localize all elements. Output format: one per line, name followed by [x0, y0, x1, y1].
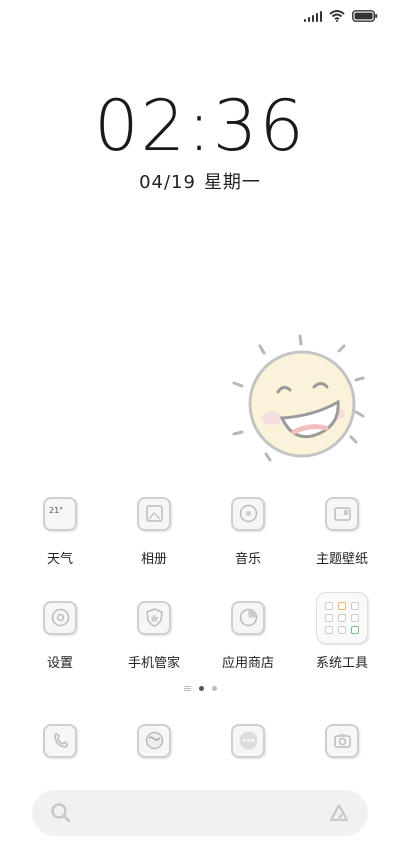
page-dot — [211, 686, 217, 691]
camera-icon — [325, 724, 359, 758]
dock-messages[interactable] — [203, 724, 293, 758]
app-security[interactable]: 手机管家 — [109, 601, 199, 671]
security-icon — [137, 601, 171, 635]
app-weather[interactable]: 21° 天气 — [15, 497, 105, 567]
folder-system-tools[interactable]: 系统工具 — [297, 592, 387, 671]
music-icon — [231, 497, 265, 531]
app-themes[interactable]: 主题壁纸 — [297, 497, 387, 567]
weather-icon: 21° — [43, 497, 77, 531]
app-label: 主题壁纸 — [315, 552, 368, 567]
app-label: 应用商店 — [221, 656, 274, 671]
search-bar[interactable] — [32, 790, 368, 836]
app-label: 手机管家 — [127, 656, 180, 671]
system-tools-folder-icon — [316, 592, 368, 644]
phone-icon — [43, 724, 77, 758]
themes-icon — [325, 497, 359, 531]
assistant-icon[interactable] — [328, 802, 350, 824]
status-bar — [304, 10, 378, 22]
signal-icon — [304, 10, 322, 22]
app-label: 相册 — [140, 552, 167, 567]
settings-icon — [43, 601, 77, 635]
weather-temp-badge: 21° — [49, 506, 64, 515]
wifi-icon — [329, 10, 345, 22]
app-store[interactable]: 应用商店 — [203, 601, 293, 671]
page-indicator-minus-one — [183, 686, 191, 691]
search-icon[interactable] — [50, 802, 72, 824]
app-label: 天气 — [46, 552, 73, 567]
clock-time[interactable]: 02:36 — [0, 86, 400, 166]
page-indicator[interactable] — [0, 686, 400, 691]
app-label: 设置 — [46, 656, 73, 671]
app-label: 系统工具 — [315, 656, 368, 671]
dock-camera[interactable] — [297, 724, 387, 758]
dock-phone[interactable] — [15, 724, 105, 758]
sun-wallpaper-illustration — [232, 334, 365, 462]
app-music[interactable]: 音乐 — [203, 497, 293, 567]
weekday-text: 星期一 — [203, 172, 261, 193]
messages-icon — [231, 724, 265, 758]
app-gallery[interactable]: 相册 — [109, 497, 199, 567]
browser-icon — [137, 724, 171, 758]
gallery-icon — [137, 497, 171, 531]
app-store-icon — [231, 601, 265, 635]
app-settings[interactable]: 设置 — [15, 601, 105, 671]
app-label: 音乐 — [234, 552, 261, 567]
clock-date[interactable]: 04/19 星期一 — [0, 168, 400, 194]
dock-browser[interactable] — [109, 724, 199, 758]
date-text: 04/19 — [139, 172, 196, 193]
page-dot-active — [198, 686, 204, 691]
battery-icon — [352, 10, 378, 22]
